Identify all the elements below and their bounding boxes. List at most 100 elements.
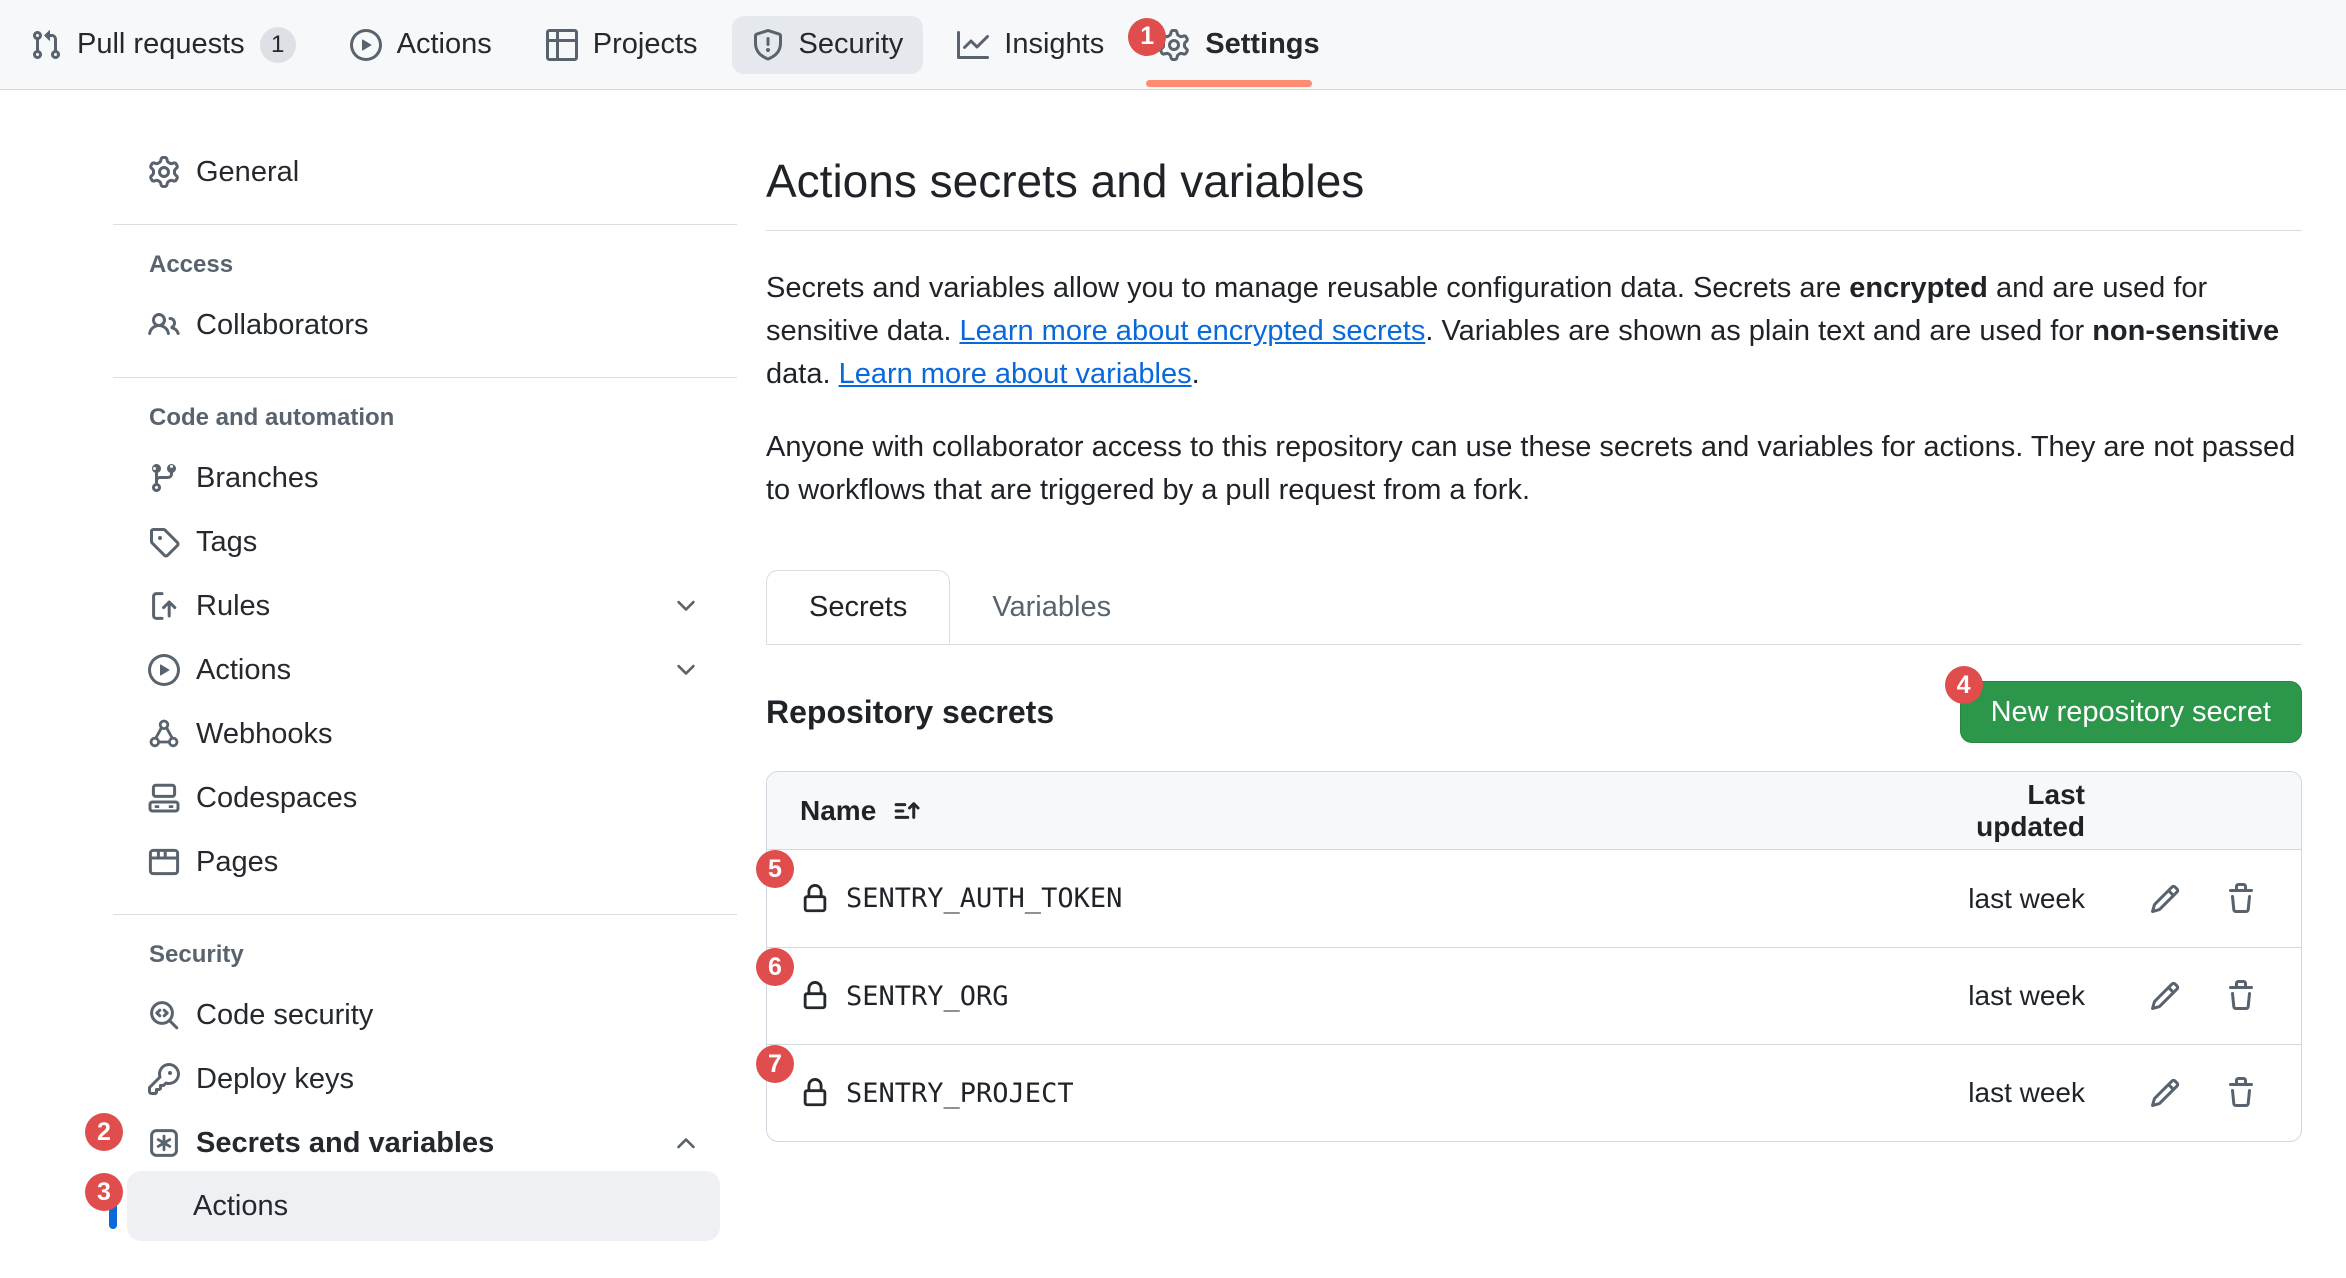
sidebar-subitem-actions[interactable]: 3 Actions <box>127 1171 720 1241</box>
title-divider <box>766 230 2302 231</box>
sidebar-item-code-security[interactable]: Code security <box>113 983 737 1047</box>
tab-insights[interactable]: Insights <box>937 16 1124 74</box>
link-encrypted-secrets[interactable]: Learn more about encrypted secrets <box>959 315 1425 347</box>
sidebar-item-label: Deploy keys <box>196 1063 354 1096</box>
edit-pencil-icon[interactable] <box>2149 883 2181 915</box>
lock-icon <box>800 1078 830 1108</box>
secrets-variables-tabbar: Secrets Variables <box>766 570 2302 645</box>
chevron-down-icon[interactable] <box>672 656 700 684</box>
name-column-header: Name <box>800 795 876 827</box>
intro-text: . Variables are shown as plain text and … <box>1425 315 2092 347</box>
codespaces-icon <box>148 782 180 814</box>
tab-projects-label: Projects <box>593 28 698 61</box>
tab-actions[interactable]: Actions <box>330 16 512 74</box>
secret-name: SENTRY_ORG <box>846 981 1009 1012</box>
delete-trash-icon[interactable] <box>2225 980 2257 1012</box>
secret-last-updated: last week <box>1925 980 2085 1012</box>
lock-icon <box>800 981 830 1011</box>
tab-actions-label: Actions <box>397 28 492 61</box>
intro-text: . <box>1192 358 1200 390</box>
access-note-paragraph: Anyone with collaborator access to this … <box>766 426 2302 512</box>
sidebar-item-branches[interactable]: Branches <box>113 446 737 510</box>
settings-sidebar: General Access Collaborators Code and au… <box>113 90 737 1241</box>
secret-last-updated: last week <box>1925 1077 2085 1109</box>
sidebar-item-actions[interactable]: Actions <box>113 638 737 702</box>
sidebar-item-label: Code security <box>196 999 373 1032</box>
shield-icon <box>752 29 784 61</box>
intro-text: data. <box>766 358 839 390</box>
table-header-row: Name Last updated <box>767 772 2301 850</box>
sidebar-item-label: Pages <box>196 846 278 879</box>
delete-trash-icon[interactable] <box>2225 1077 2257 1109</box>
edit-pencil-icon[interactable] <box>2149 1077 2181 1109</box>
tab-security[interactable]: Security <box>732 16 924 74</box>
table-row: 6 SENTRY_ORG last week <box>767 947 2301 1044</box>
sidebar-section-access: Access <box>113 251 737 279</box>
sidebar-item-label: General <box>196 156 299 189</box>
chevron-down-icon[interactable] <box>672 592 700 620</box>
sidebar-item-label: Rules <box>196 590 270 623</box>
chevron-up-icon[interactable] <box>672 1129 700 1157</box>
gear-icon <box>148 156 180 188</box>
sidebar-item-codespaces[interactable]: Codespaces <box>113 766 737 830</box>
table-row: 5 SENTRY_AUTH_TOKEN last week <box>767 850 2301 947</box>
new-repository-secret-button[interactable]: 4 New repository secret <box>1960 681 2302 743</box>
sidebar-item-webhooks[interactable]: Webhooks <box>113 702 737 766</box>
sidebar-item-pages[interactable]: Pages <box>113 830 737 894</box>
people-icon <box>148 309 180 341</box>
sidebar-item-label: Webhooks <box>196 718 333 751</box>
tab-secrets[interactable]: Secrets <box>766 570 950 644</box>
sidebar-item-general[interactable]: General <box>113 140 737 204</box>
annotation-badge-4: 4 <box>1945 666 1983 704</box>
sidebar-divider <box>113 914 737 915</box>
play-icon <box>148 654 180 686</box>
tab-settings-label: Settings <box>1205 28 1319 61</box>
link-variables[interactable]: Learn more about variables <box>839 358 1192 390</box>
play-icon <box>350 29 382 61</box>
sidebar-item-secrets-and-variables[interactable]: 2 Secrets and variables <box>113 1111 737 1175</box>
secret-last-updated: last week <box>1925 883 2085 915</box>
lock-icon <box>800 884 830 914</box>
sort-ascending-icon[interactable] <box>892 796 922 826</box>
tab-security-label: Security <box>799 28 904 61</box>
tab-variables[interactable]: Variables <box>950 570 1153 644</box>
annotation-badge-5: 5 <box>756 850 794 888</box>
page-title: Actions secrets and variables <box>766 154 2302 208</box>
table-row: 7 SENTRY_PROJECT last week <box>767 1044 2301 1141</box>
delete-trash-icon[interactable] <box>2225 883 2257 915</box>
main-content: Actions secrets and variables Secrets an… <box>766 90 2302 1142</box>
sidebar-item-deploy-keys[interactable]: Deploy keys <box>113 1047 737 1111</box>
annotation-badge-3: 3 <box>85 1173 123 1211</box>
edit-pencil-icon[interactable] <box>2149 980 2181 1012</box>
sidebar-divider <box>113 377 737 378</box>
code-security-icon <box>148 999 180 1031</box>
sidebar-section-code-and-automation: Code and automation <box>113 404 737 432</box>
sidebar-item-label: Actions <box>196 654 291 687</box>
intro-text: Secrets and variables allow you to manag… <box>766 272 1849 304</box>
tag-icon <box>148 526 180 558</box>
secrets-icon <box>148 1127 180 1159</box>
sidebar-item-label: Collaborators <box>196 309 368 342</box>
tab-pull-requests-label: Pull requests <box>77 28 245 61</box>
annotation-badge-6: 6 <box>756 948 794 986</box>
key-icon <box>148 1063 180 1095</box>
intro-bold-non-sensitive: non-sensitive <box>2092 315 2279 347</box>
secret-name: SENTRY_PROJECT <box>846 1078 1074 1109</box>
sidebar-item-label: Branches <box>196 462 319 495</box>
tab-pull-requests[interactable]: Pull requests 1 <box>10 16 316 74</box>
repository-secrets-table: Name Last updated 5 SENTRY_AUTH_TOKEN la… <box>766 771 2302 1142</box>
tab-projects[interactable]: Projects <box>526 16 718 74</box>
tab-settings[interactable]: 1 Settings <box>1138 16 1339 74</box>
repo-tab-bar: Pull requests 1 Actions Projects Securit… <box>0 0 2346 90</box>
browser-icon <box>148 846 180 878</box>
sidebar-item-rules[interactable]: Rules <box>113 574 737 638</box>
sidebar-subitem-label: Actions <box>193 1190 288 1223</box>
new-repository-secret-label: New repository secret <box>1991 696 2271 729</box>
project-icon <box>546 29 578 61</box>
secret-name: SENTRY_AUTH_TOKEN <box>846 883 1122 914</box>
sidebar-item-collaborators[interactable]: Collaborators <box>113 293 737 357</box>
repository-secrets-heading: Repository secrets <box>766 694 1054 731</box>
intro-bold-encrypted: encrypted <box>1849 272 1988 304</box>
sidebar-item-tags[interactable]: Tags <box>113 510 737 574</box>
git-branch-icon <box>148 462 180 494</box>
